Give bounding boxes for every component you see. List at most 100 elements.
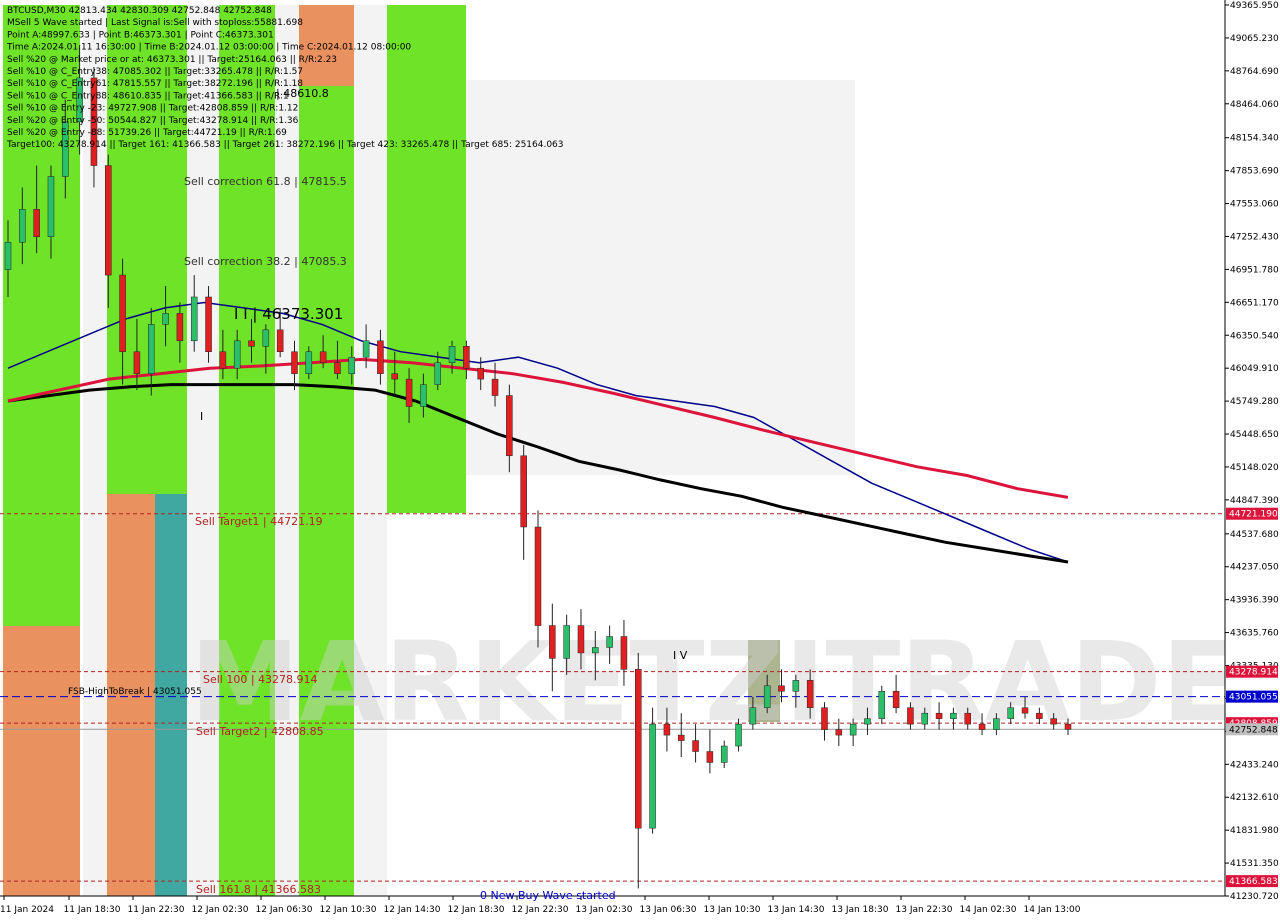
annotation-sell_correction_38: Sell correction 38.2 | 47085.3	[184, 255, 347, 268]
y-tick-label: 45749.280	[1230, 397, 1279, 407]
price-tag-label-sell_100: 43278.914	[1229, 668, 1278, 678]
y-tick-label: 46951.780	[1230, 265, 1279, 275]
annotation-sell_correction_61: Sell correction 61.8 | 47815.5	[184, 175, 347, 188]
x-tick-label: 13 Jan 18:30	[832, 905, 889, 915]
y-tick-label: 49065.230	[1230, 34, 1279, 44]
candle-body	[119, 274, 126, 352]
annotation-wave_ii: I I | 46373.301	[234, 305, 343, 323]
info-line-9: Sell %20 @ Entry -50: 50544.827 || Targe…	[7, 116, 299, 126]
watermark-text: MARKETZITRADE	[190, 618, 1237, 746]
zone-12	[354, 5, 387, 896]
candle-body	[835, 729, 843, 736]
y-tick-label: 43635.760	[1230, 629, 1279, 639]
candle-body	[1064, 723, 1072, 730]
candle-body	[420, 384, 427, 407]
y-tick-label: 47252.430	[1230, 232, 1279, 242]
y-tick-label: 48764.690	[1230, 67, 1279, 77]
candle-body	[821, 707, 828, 730]
info-line-8: Sell %10 @ Entry -23: 49727.908 || Targe…	[7, 104, 298, 114]
candle-body	[463, 346, 470, 369]
candle-body	[248, 340, 255, 347]
y-tick-label: 44537.680	[1230, 530, 1279, 540]
zone-7	[187, 5, 219, 896]
candle-body	[1007, 707, 1014, 719]
zone-11	[299, 86, 354, 896]
candle-body	[176, 313, 184, 342]
zone-13	[387, 5, 436, 513]
x-tick-label: 13 Jan 10:30	[704, 905, 761, 915]
candle-body	[33, 209, 40, 237]
candle-body	[706, 751, 714, 763]
info-line-2: Point A:48997.633 | Point B:46373.301 | …	[7, 30, 274, 40]
annotation-sell_target2: Sell Target2 | 42808.85	[196, 725, 324, 738]
candle-body	[262, 329, 270, 347]
candle-body	[520, 455, 527, 528]
candle-body	[305, 351, 313, 374]
x-tick-label: 12 Jan 02:30	[192, 905, 249, 915]
candle-body	[935, 712, 943, 719]
info-line-3: Time A:2024.01.11 16:30:00 | Time B:2024…	[6, 43, 411, 53]
y-tick-label: 45148.020	[1230, 463, 1279, 473]
info-line-6: Sell %10 @ C_Entry61: 47815.557 || Targe…	[7, 79, 303, 89]
candle-body	[778, 685, 785, 692]
zone-1	[3, 626, 80, 896]
y-tick-label: 46049.910	[1230, 364, 1279, 374]
annotation-sell_100: Sell 100 | 43278.914	[203, 673, 318, 686]
price-chart[interactable]: MARKETZITRADE 49365.950 49065.230 48764.69…	[0, 0, 1280, 920]
candle-body	[405, 378, 413, 407]
candle-body	[47, 176, 55, 237]
candle-body	[448, 346, 456, 363]
candle-body	[549, 625, 556, 659]
annotation-new_wave: 0 New Buy Wave started	[480, 889, 616, 902]
x-tick-label: 12 Jan 22:30	[512, 905, 569, 915]
candle-body	[276, 329, 284, 352]
price-tag-label-sell_161: 41366.583	[1229, 877, 1278, 887]
candle-body	[950, 712, 957, 719]
x-tick-label: 13 Jan 14:30	[768, 905, 825, 915]
candle-body	[620, 636, 628, 670]
candle-body	[4, 241, 12, 270]
annotation-sell_target1: Sell Target1 | 44721.19	[195, 515, 323, 528]
candle-body	[864, 718, 871, 725]
x-tick-label: 11 Jan 2024	[0, 905, 54, 915]
y-tick-label: 45448.650	[1230, 430, 1279, 440]
y-tick-label: 48154.340	[1230, 134, 1279, 144]
annotation-fsb: FSB-HighToBreak | 43051.055	[68, 687, 202, 697]
candle-body	[563, 625, 570, 659]
x-tick-label: 13 Jan 06:30	[640, 905, 697, 915]
candle-body	[190, 296, 198, 342]
candle-body	[907, 707, 914, 725]
candle-body	[635, 669, 642, 829]
annotation-sell_161: Sell 161.8 | 41366.583	[196, 883, 321, 896]
candle-body	[362, 340, 370, 358]
x-tick-label: 14 Jan 13:00	[1024, 905, 1081, 915]
candle-body	[878, 691, 886, 719]
candle-body	[763, 685, 771, 708]
candle-body	[735, 723, 742, 747]
candle-body	[792, 680, 800, 692]
candle-body	[692, 740, 699, 752]
candle-body	[806, 680, 814, 708]
candle-body	[391, 373, 399, 380]
candle-body	[534, 526, 542, 626]
candle-body	[219, 351, 227, 369]
candle-body	[1050, 718, 1057, 725]
y-tick-label: 49365.950	[1230, 1, 1279, 11]
info-line-11: Target100: 43278.914 || Target 161: 4136…	[6, 140, 564, 150]
y-tick-label: 41230.720	[1230, 892, 1279, 902]
candle-body	[319, 351, 327, 363]
y-tick-label: 44237.050	[1230, 563, 1279, 573]
candle-body	[477, 367, 484, 380]
candle-body	[147, 324, 155, 374]
candle-body	[377, 340, 384, 374]
price-tag-label-current: 42752.848	[1229, 725, 1278, 735]
candle-body	[291, 351, 298, 374]
candle-body	[162, 313, 169, 325]
x-tick-label: 12 Jan 06:30	[256, 905, 313, 915]
info-line-1: MSell 5 Wave started | Last Signal is:Se…	[7, 18, 303, 28]
y-tick-label: 47553.060	[1230, 200, 1279, 210]
y-tick-label: 41531.350	[1230, 859, 1279, 869]
y-tick-label: 43936.390	[1230, 596, 1279, 606]
candle-body	[233, 340, 241, 369]
zone-8	[219, 5, 275, 896]
